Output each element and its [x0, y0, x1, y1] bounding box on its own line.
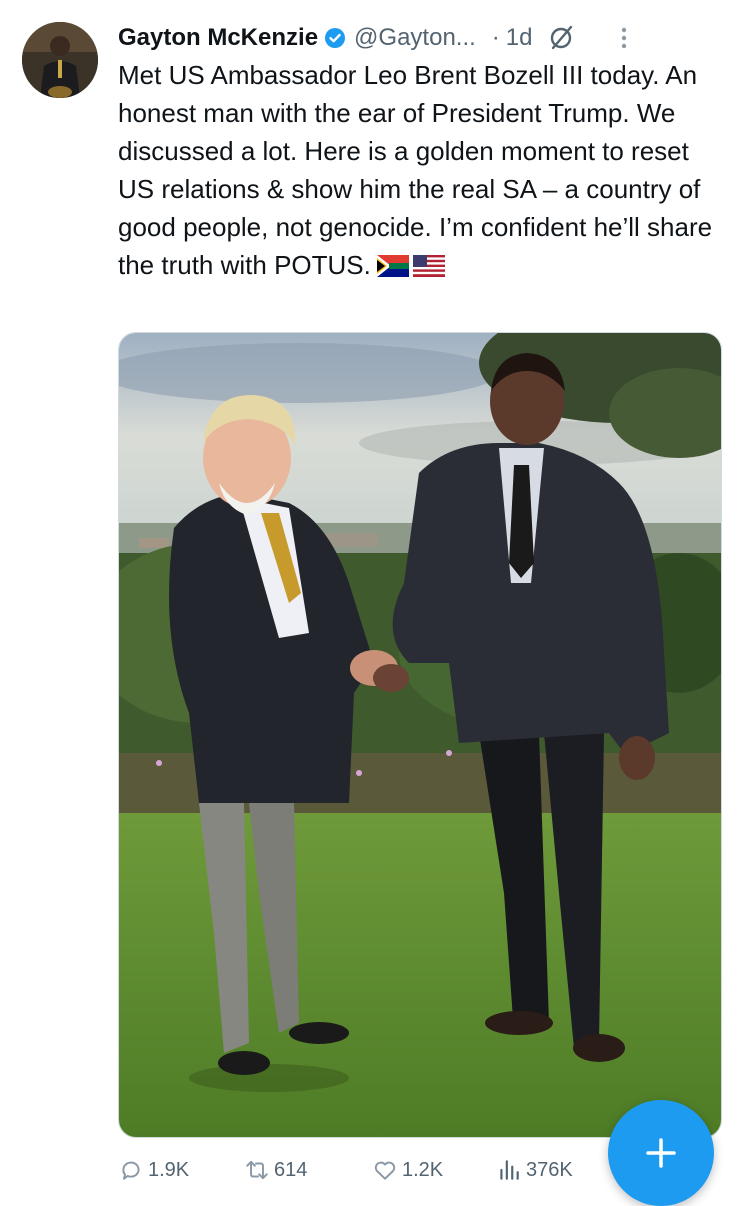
- reply-button[interactable]: 1.9K: [118, 1157, 189, 1183]
- tweet-photo[interactable]: [118, 332, 722, 1138]
- us-flag-icon: [412, 255, 445, 277]
- retweet-count: 614: [274, 1158, 308, 1181]
- author-name[interactable]: Gayton McKenzie: [118, 24, 318, 52]
- grok-icon[interactable]: [547, 24, 575, 52]
- views-button[interactable]: 376K: [496, 1157, 573, 1183]
- flag-emojis: [376, 255, 445, 277]
- tweet-body: Met US Ambassador Leo Brent Bozell III t…: [118, 60, 720, 280]
- compose-button[interactable]: [608, 1100, 714, 1206]
- reply-count: 1.9K: [148, 1158, 190, 1181]
- retweet-button[interactable]: 614: [244, 1157, 307, 1183]
- photo-handshake-icon: [119, 333, 721, 1137]
- like-button[interactable]: 1.2K: [372, 1157, 443, 1183]
- plus-icon: [646, 1138, 676, 1168]
- tweet-text: Met US Ambassador Leo Brent Bozell III t…: [118, 56, 718, 284]
- view-count: 376K: [526, 1158, 573, 1181]
- tweet-header: Gayton McKenzie @Gayton... · 1d: [118, 18, 718, 58]
- author-handle[interactable]: @Gayton...: [354, 24, 476, 52]
- views-icon: [500, 1160, 519, 1180]
- south-africa-flag-icon: [376, 255, 409, 277]
- author-avatar[interactable]: [22, 22, 98, 98]
- like-count: 1.2K: [402, 1158, 444, 1181]
- reply-icon: [122, 1161, 140, 1180]
- heart-icon: [374, 1161, 396, 1180]
- avatar-photo-icon: [22, 22, 98, 98]
- separator-dot: ·: [491, 24, 500, 51]
- tweet-time[interactable]: 1d: [506, 24, 533, 52]
- retweet-icon: [246, 1160, 268, 1180]
- more-options-icon[interactable]: [619, 23, 629, 53]
- verified-badge-icon: [325, 28, 346, 48]
